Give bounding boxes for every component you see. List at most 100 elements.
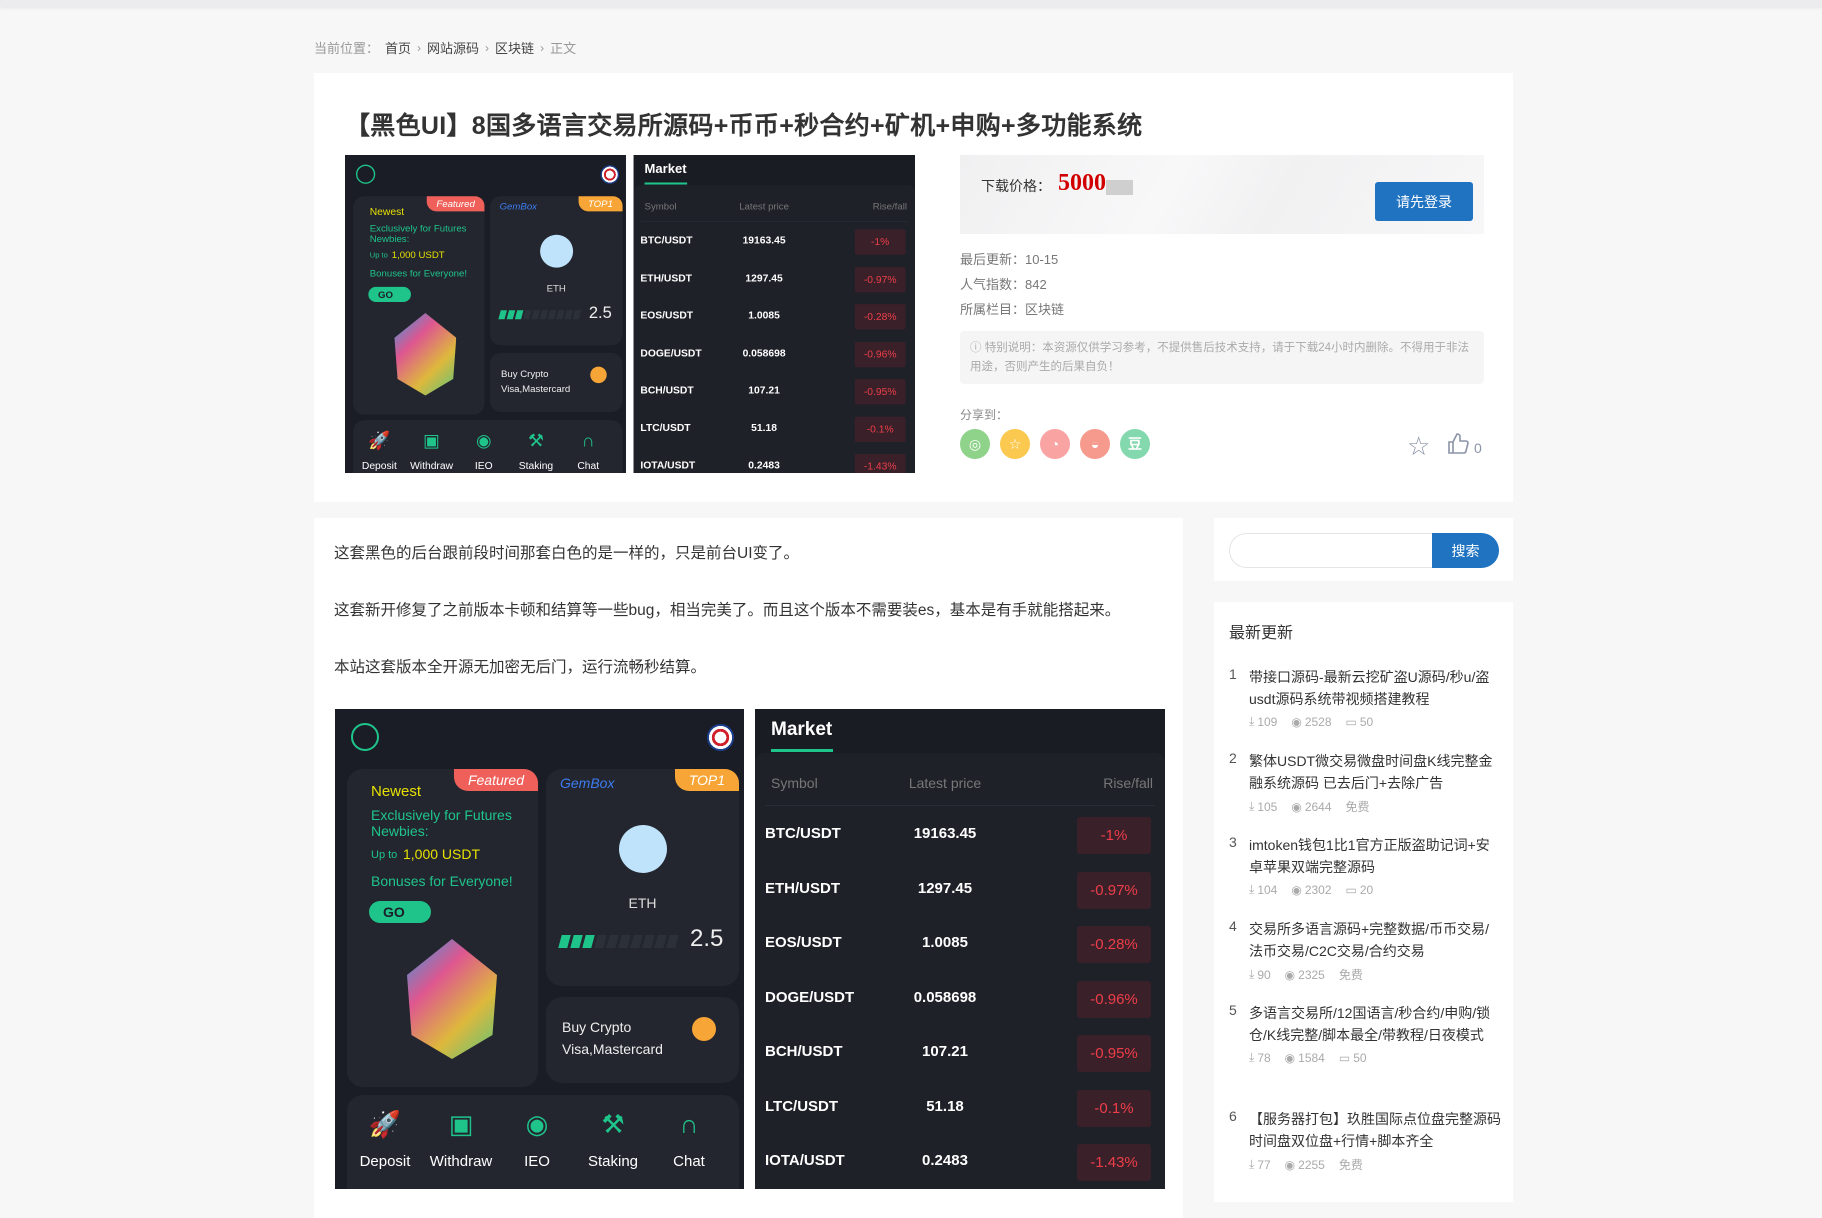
- download-icon: ⤓: [1249, 1157, 1255, 1171]
- latest-item[interactable]: 6 【服务器打包】玖胜国际点位盘完整源码 时间盘双位盘+行情+脚本齐全 ⤓ 77 ◉ 22…: [1229, 1108, 1501, 1173]
- download-count: 90: [1257, 967, 1271, 982]
- latest-item[interactable]: 1 带接口源码-最新云挖矿盗U源码/秒u/盗usdt源码系统带视频搭建教程 ⤓ 109…: [1229, 666, 1501, 729]
- wechat-icon[interactable]: ◎: [960, 429, 990, 459]
- go-button[interactable]: GO: [368, 286, 411, 303]
- nav-item-chat[interactable]: ∩ Chat: [562, 430, 614, 472]
- nav-label: Deposit: [359, 1153, 411, 1170]
- buy-crypto-card[interactable]: Buy Crypto Visa,Mastercard: [546, 997, 739, 1083]
- score-segment: [514, 310, 524, 320]
- rise-fall-badge: -1%: [1077, 817, 1151, 854]
- item-stats: ⤓ 109 ◉ 2528 ▭ 50: [1249, 714, 1501, 729]
- market-row[interactable]: BTC/USDT 19163.45 -1%: [634, 229, 915, 266]
- wallet-icon: ▣: [448, 1109, 474, 1139]
- newest-label: Newest: [371, 783, 422, 800]
- newbie-card[interactable]: Featured Newest Exclusively for Futures Ne…: [347, 769, 538, 1087]
- nav-item-staking[interactable]: ⚒ Staking: [510, 430, 562, 472]
- breadcrumb-home[interactable]: 首页: [385, 38, 411, 57]
- nav-item-staking[interactable]: ⚒ Staking: [575, 1109, 651, 1170]
- nav-item-deposit[interactable]: 🚀 Deposit: [353, 430, 405, 472]
- page-title: 【黑色UI】8国多语言交易所源码+币币+秒合约+矿机+申购+多功能系统: [345, 112, 1143, 140]
- breadcrumb-source[interactable]: 网站源码: [427, 38, 479, 57]
- item-number: 4: [1229, 918, 1237, 934]
- item-title-link[interactable]: 繁体USDT微交易微盘时间盘K线完整金融系统源码 已去后门+去除广告: [1249, 750, 1501, 794]
- symbol: ETH/USDT: [765, 879, 840, 897]
- market-row[interactable]: IOTA/USDT 0.2483 -1.43%: [755, 1144, 1165, 1189]
- item-title-link[interactable]: imtoken钱包1比1官方正版盗助记词+安卓苹果双端完整源码: [1249, 834, 1501, 878]
- qzone-icon[interactable]: ☆: [1000, 429, 1030, 459]
- price: ▭ 50: [1346, 714, 1374, 729]
- download-count: 77: [1257, 1157, 1271, 1172]
- market-row[interactable]: DOGE/USDT 0.058698 -0.96%: [755, 980, 1165, 1035]
- market-row[interactable]: EOS/USDT 1.0085 -0.28%: [755, 926, 1165, 980]
- gembox-label: GemBox: [560, 775, 615, 791]
- ieo-icon: ◉: [525, 1109, 549, 1139]
- chevron-right-icon: ›: [417, 40, 422, 55]
- nav-item-ieo[interactable]: ◉ IEO: [499, 1109, 575, 1170]
- price-value: 50: [1359, 714, 1374, 729]
- latest-item[interactable]: 5 多语言交易所/12国语言/秒合约/申购/锁仓/K线完整/脚本最全/带教程/日夜…: [1229, 1002, 1501, 1065]
- nav-label: Chat: [673, 1153, 705, 1170]
- newest-label: Newest: [369, 205, 405, 218]
- search-button[interactable]: 搜索: [1432, 533, 1499, 568]
- avatar-icon: [351, 723, 379, 751]
- like-button[interactable]: 0: [1446, 432, 1482, 456]
- nav-item-withdraw[interactable]: ▣ Withdraw: [423, 1109, 499, 1170]
- market-row[interactable]: EOS/USDT 1.0085 -0.28%: [634, 304, 915, 341]
- item-title-link[interactable]: 带接口源码-最新云挖矿盗U源码/秒u/盗usdt源码系统带视频搭建教程: [1249, 666, 1501, 710]
- gembox-card[interactable]: GemBox TOP1 ETH 2.5: [489, 196, 623, 346]
- market-row[interactable]: DOGE/USDT 0.058698 -0.96%: [634, 341, 915, 379]
- latest-price: 0.2483: [748, 459, 780, 472]
- item-title-link[interactable]: 【服务器打包】玖胜国际点位盘完整源码 时间盘双位盘+行情+脚本齐全: [1249, 1108, 1501, 1152]
- upto-label: Up to: [371, 849, 398, 861]
- market-row[interactable]: ETH/USDT 1297.45 -0.97%: [755, 871, 1165, 926]
- market-row[interactable]: IOTA/USDT 0.2483 -1.43%: [634, 453, 915, 473]
- latest-item[interactable]: 4 交易所多语言源码+完整数据/币币交易/法币交易/C2C交易/合约交易 ⤓ 90 ◉ 2…: [1229, 918, 1501, 983]
- symbol: ETH/USDT: [640, 272, 692, 284]
- nav-item-deposit[interactable]: 🚀 Deposit: [347, 1109, 423, 1170]
- market-row[interactable]: LTC/USDT 51.18 -0.1%: [755, 1089, 1165, 1144]
- market-row[interactable]: BCH/USDT 107.21 -0.95%: [634, 378, 915, 416]
- item-title-link[interactable]: 交易所多语言源码+完整数据/币币交易/法币交易/C2C交易/合约交易: [1249, 918, 1501, 962]
- latest-item[interactable]: 2 繁体USDT微交易微盘时间盘K线完整金融系统源码 已去后门+去除广告 ⤓ 105 ◉…: [1229, 750, 1501, 815]
- score-segment: [523, 310, 532, 320]
- isometric-illustration: [407, 939, 497, 1059]
- favorite-star-icon[interactable]: ☆: [1407, 431, 1430, 462]
- buy-crypto-card[interactable]: Buy Crypto Visa,Mastercard: [489, 352, 623, 412]
- go-button[interactable]: GO: [369, 901, 431, 923]
- item-stats: ⤓ 104 ◉ 2302 ▭ 20: [1249, 882, 1501, 897]
- price-label: 下载价格：: [981, 178, 1051, 194]
- score-segment: [531, 310, 540, 320]
- weibo-icon[interactable]: ◔: [1040, 429, 1070, 459]
- rise-fall-badge: -0.28%: [1077, 926, 1151, 963]
- coin-label: ETH: [628, 895, 657, 911]
- market-row[interactable]: BTC/USDT 19163.45 -1%: [755, 817, 1165, 871]
- nav-item-ieo[interactable]: ◉ IEO: [458, 430, 510, 472]
- home-screen: Featured Newest Exclusively for Futures Ne…: [345, 155, 626, 473]
- search-input[interactable]: [1229, 533, 1433, 568]
- newbie-card[interactable]: Featured Newest Exclusively for Futures Ne…: [353, 196, 485, 415]
- amount-text: 1,000 USDT: [403, 846, 481, 862]
- uk-flag-icon: [600, 165, 620, 184]
- market-row[interactable]: LTC/USDT 51.18 -0.1%: [634, 416, 915, 453]
- market-row[interactable]: BCH/USDT 107.21 -0.95%: [755, 1035, 1165, 1089]
- rise-fall-badge: -0.97%: [854, 266, 906, 293]
- qq-icon[interactable]: ◒: [1080, 429, 1110, 459]
- category-link[interactable]: 区块链: [1025, 302, 1064, 317]
- gembox-card[interactable]: GemBox TOP1 ETH 2.5: [546, 769, 739, 986]
- nav-item-withdraw[interactable]: ▣ Withdraw: [405, 430, 457, 472]
- nav-item-chat[interactable]: ∩ Chat: [651, 1109, 727, 1170]
- latest-item[interactable]: 3 imtoken钱包1比1官方正版盗助记词+安卓苹果双端完整源码 ⤓ 104 ◉ 230…: [1229, 834, 1501, 897]
- bottom-nav: 🚀 Deposit ▣ Withdraw ◉ IEO ⚒ Staking ∩ Chat: [347, 1095, 739, 1189]
- download-count: 104: [1257, 882, 1278, 897]
- views: ◉ 1584: [1285, 1050, 1325, 1065]
- market-row[interactable]: ETH/USDT 1297.45 -0.97%: [634, 266, 915, 304]
- rise-fall-badge: -0.1%: [1077, 1089, 1151, 1127]
- latest-price: 107.21: [922, 1043, 968, 1060]
- latest-price: 51.18: [751, 421, 777, 434]
- chevron-right-icon: ›: [485, 40, 490, 55]
- douban-icon[interactable]: 豆: [1120, 429, 1150, 459]
- item-title-link[interactable]: 多语言交易所/12国语言/秒合约/申购/锁仓/K线完整/脚本最全/带教程/日夜模…: [1249, 1002, 1501, 1046]
- login-button[interactable]: 请先登录: [1375, 182, 1473, 221]
- download-icon: ⤓: [1249, 714, 1255, 728]
- breadcrumb-blockchain[interactable]: 区块链: [495, 38, 534, 57]
